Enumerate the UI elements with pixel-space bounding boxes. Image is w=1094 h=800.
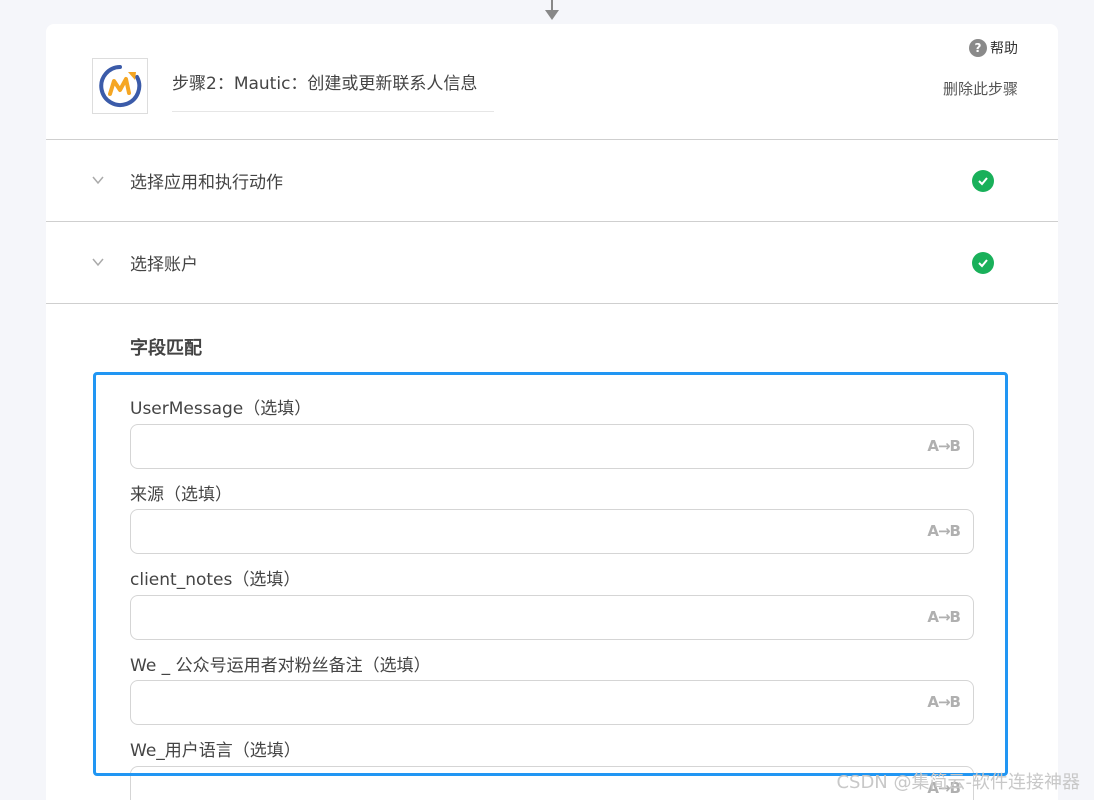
field-mapping-title: 字段匹配 — [130, 338, 202, 359]
delete-step-link[interactable]: 删除此步骤 — [943, 78, 1018, 99]
section-label: 选择应用和执行动作 — [130, 173, 283, 193]
check-circle-icon — [972, 251, 994, 274]
check-circle-icon — [972, 169, 994, 192]
help-label: 帮助 — [990, 41, 1018, 57]
mautic-logo — [92, 58, 148, 114]
chevron-down-icon — [92, 258, 104, 267]
step-card: 步骤2：Mautic：创建或更新联系人信息 ? 帮助 删除此步骤 选择应用和执行… — [46, 24, 1058, 800]
chevron-down-icon — [92, 176, 104, 185]
mautic-logo-icon — [99, 65, 142, 107]
help-link[interactable]: ? 帮助 — [969, 38, 1018, 58]
section-label: 选择账户 — [130, 255, 198, 275]
section-select-app-action[interactable]: 选择应用和执行动作 — [46, 140, 1058, 222]
section-select-account[interactable]: 选择账户 — [46, 222, 1058, 304]
step-title[interactable]: 步骤2：Mautic：创建或更新联系人信息 — [172, 70, 494, 112]
help-icon: ? — [969, 39, 987, 57]
field-mapping-highlight-box — [93, 372, 1008, 776]
step-header: 步骤2：Mautic：创建或更新联系人信息 ? 帮助 删除此步骤 — [46, 24, 1058, 140]
flow-connector-arrow — [545, 0, 559, 20]
csdn-watermark: CSDN @集简云-软件连接神器 — [836, 772, 1080, 793]
